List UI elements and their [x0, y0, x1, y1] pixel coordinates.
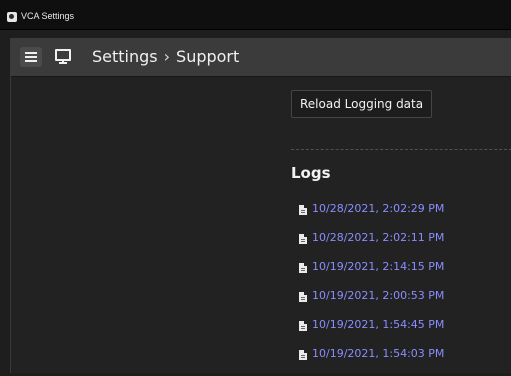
file-icon — [299, 263, 307, 273]
log-link[interactable]: 10/19/2021, 2:00:53 PM — [312, 289, 444, 302]
log-link[interactable]: 10/19/2021, 1:54:45 PM — [312, 318, 444, 331]
breadcrumb-settings[interactable]: Settings — [92, 47, 158, 66]
file-icon — [299, 321, 307, 331]
app-icon — [7, 12, 17, 22]
breadcrumb: Settings › Support — [92, 47, 239, 66]
breadcrumb-separator: › — [163, 47, 171, 66]
log-link[interactable]: 10/28/2021, 2:02:29 PM — [312, 202, 444, 215]
monitor-icon-base — [59, 62, 67, 64]
reload-logging-button[interactable]: Reload Logging data — [291, 90, 433, 118]
window-titlebar: VCA Settings — [0, 0, 511, 30]
file-icon — [299, 350, 307, 360]
menu-icon-bar — [25, 56, 37, 58]
log-link[interactable]: 10/19/2021, 2:14:15 PM — [312, 260, 444, 273]
log-link[interactable]: 10/28/2021, 2:02:11 PM — [312, 231, 444, 244]
menu-icon — [25, 52, 37, 54]
menu-icon-bar — [25, 60, 37, 62]
file-icon — [299, 234, 307, 244]
settings-frame: Settings › Support Reload Logging data Log… — [10, 38, 511, 373]
menu-button[interactable] — [20, 47, 42, 67]
file-icon — [299, 292, 307, 302]
window-title: VCA Settings — [21, 11, 75, 21]
logs-heading: Logs — [291, 164, 331, 182]
file-icon — [299, 205, 307, 215]
breadcrumb-support: Support — [176, 47, 240, 66]
header-bar: Settings › Support — [11, 39, 511, 77]
log-link[interactable]: 10/19/2021, 1:54:03 PM — [312, 347, 444, 360]
section-divider — [291, 149, 511, 150]
